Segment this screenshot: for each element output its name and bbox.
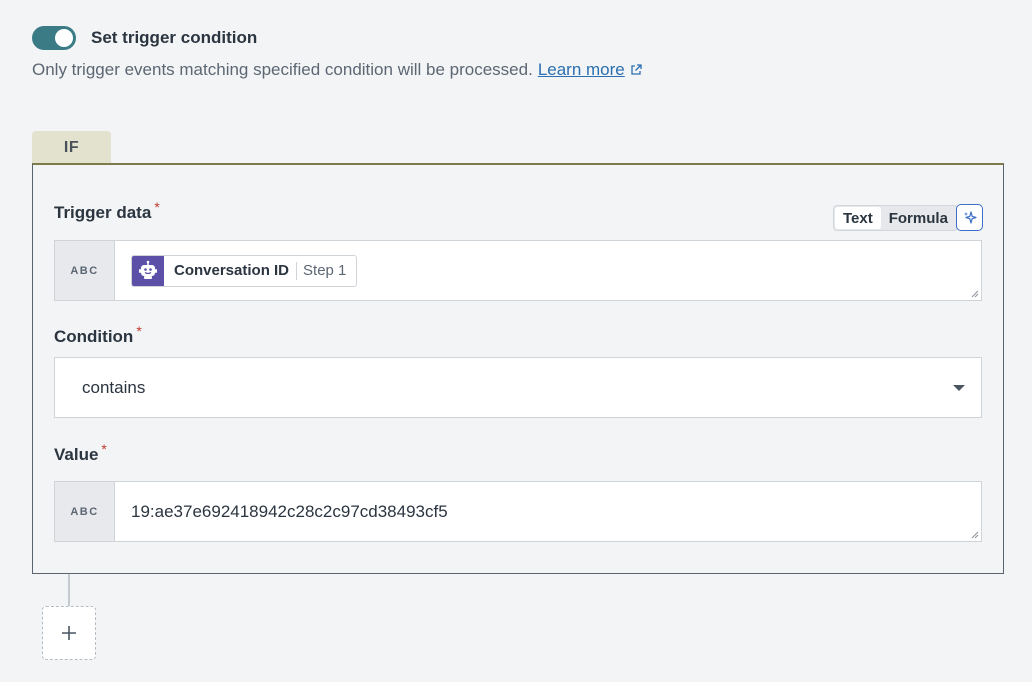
- condition-card: Trigger data * Text Formula ABC Conversat…: [32, 163, 1004, 574]
- datapill-conversation-id[interactable]: Conversation ID Step 1: [131, 254, 358, 287]
- ai-assist-button[interactable]: [956, 204, 983, 231]
- trigger-condition-header: Set trigger condition: [32, 26, 257, 50]
- trigger-condition-title: Set trigger condition: [91, 28, 258, 47]
- datapill-name: Conversation ID: [164, 261, 298, 280]
- mode-text-option[interactable]: Text: [835, 207, 881, 229]
- bot-icon: [132, 255, 164, 286]
- required-marker: *: [101, 441, 107, 457]
- value-label: Value *: [54, 441, 107, 465]
- trigger-data-content[interactable]: Conversation ID Step 1: [115, 241, 981, 300]
- value-label-text: Value: [54, 445, 99, 464]
- add-condition-button[interactable]: [42, 606, 96, 660]
- value-text: 19:ae37e692418942c28c2c97cd38493cf5: [131, 501, 448, 521]
- condition-select[interactable]: contains: [54, 357, 982, 418]
- toggle-knob: [55, 29, 73, 47]
- external-link-icon: [631, 64, 642, 75]
- plus-icon: [62, 626, 76, 640]
- chevron-down-icon: [953, 385, 965, 391]
- connector-line: [68, 574, 70, 607]
- resize-handle-icon[interactable]: [969, 288, 979, 298]
- condition-label-text: Condition: [54, 327, 134, 346]
- required-marker: *: [154, 199, 160, 215]
- trigger-data-input[interactable]: ABC Conversation ID Step 1: [54, 240, 982, 301]
- trigger-data-label-text: Trigger data: [54, 203, 152, 222]
- mode-formula-option[interactable]: Formula: [881, 207, 956, 229]
- learn-more-link[interactable]: Learn more: [538, 60, 625, 80]
- condition-selected-value: contains: [82, 377, 146, 397]
- resize-handle-icon[interactable]: [969, 529, 979, 539]
- type-badge: ABC: [55, 482, 115, 541]
- if-tab: IF: [32, 131, 111, 164]
- value-input[interactable]: ABC 19:ae37e692418942c28c2c97cd38493cf5: [54, 481, 982, 542]
- sparkle-icon: [963, 210, 977, 224]
- datapill-step: Step 1: [303, 262, 347, 279]
- text-formula-switch[interactable]: Text Formula: [833, 205, 958, 231]
- type-badge: ABC: [55, 241, 115, 300]
- trigger-condition-description: Only trigger events matching specified c…: [32, 60, 642, 80]
- trigger-data-label: Trigger data *: [54, 199, 160, 223]
- description-text: Only trigger events matching specified c…: [32, 60, 533, 79]
- value-content[interactable]: 19:ae37e692418942c28c2c97cd38493cf5: [115, 482, 981, 541]
- trigger-condition-toggle[interactable]: [32, 26, 76, 50]
- required-marker: *: [136, 323, 142, 339]
- condition-label: Condition *: [54, 323, 142, 347]
